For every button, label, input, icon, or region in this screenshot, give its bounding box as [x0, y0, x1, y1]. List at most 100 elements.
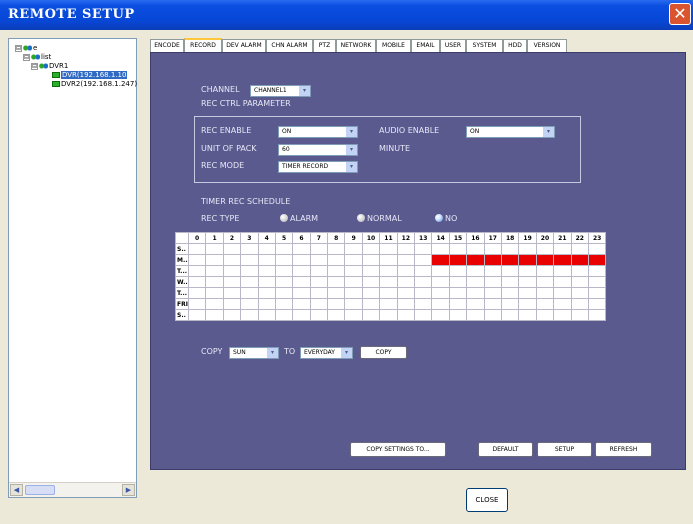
- chevron-down-icon[interactable]: ▾: [341, 348, 352, 358]
- schedule-cell[interactable]: [587, 276, 607, 288]
- schedule-cell[interactable]: [257, 276, 276, 288]
- schedule-cell[interactable]: [500, 298, 520, 310]
- tree-item-dvr2[interactable]: DVR2(192.168.1.247): [51, 79, 137, 89]
- schedule-cell[interactable]: [379, 254, 398, 266]
- schedule-cell[interactable]: [222, 243, 242, 255]
- tab-user[interactable]: USER: [440, 39, 466, 52]
- schedule-cell[interactable]: [379, 276, 398, 288]
- schedule-cell[interactable]: [570, 287, 589, 299]
- tab-email[interactable]: EMAIL: [411, 39, 440, 52]
- schedule-cell[interactable]: [344, 276, 363, 288]
- chevron-down-icon[interactable]: ▾: [543, 127, 554, 137]
- schedule-cell[interactable]: [327, 287, 346, 299]
- schedule-cell[interactable]: [553, 265, 572, 277]
- schedule-cell[interactable]: [187, 309, 207, 321]
- schedule-cell[interactable]: [257, 254, 276, 266]
- schedule-cell[interactable]: [553, 309, 572, 321]
- schedule-cell[interactable]: [205, 254, 224, 266]
- schedule-cell[interactable]: [448, 309, 468, 321]
- schedule-cell[interactable]: [587, 298, 607, 310]
- schedule-cell[interactable]: [205, 287, 224, 299]
- chevron-down-icon[interactable]: ▾: [346, 127, 357, 137]
- schedule-cell[interactable]: [257, 287, 276, 299]
- schedule-cell[interactable]: [466, 254, 485, 266]
- schedule-cell[interactable]: [187, 287, 207, 299]
- schedule-cell[interactable]: [431, 254, 450, 266]
- schedule-cell[interactable]: [240, 309, 259, 321]
- schedule-cell[interactable]: [500, 265, 520, 277]
- rec-enable-select[interactable]: ON ▾: [278, 126, 358, 138]
- chevron-down-icon[interactable]: ▾: [346, 162, 357, 172]
- schedule-cell[interactable]: [309, 309, 329, 321]
- tab-encode[interactable]: ENCODE: [150, 39, 184, 52]
- schedule-cell[interactable]: [587, 243, 607, 255]
- schedule-cell[interactable]: [344, 254, 363, 266]
- schedule-cell[interactable]: [518, 254, 537, 266]
- schedule-cell[interactable]: [414, 276, 433, 288]
- schedule-cell[interactable]: [292, 265, 311, 277]
- schedule-cell[interactable]: [431, 309, 450, 321]
- schedule-cell[interactable]: [396, 309, 416, 321]
- rec-type-alarm-radio[interactable]: ALARM: [280, 214, 318, 223]
- copy-button[interactable]: COPY: [360, 346, 407, 359]
- schedule-cell[interactable]: [327, 254, 346, 266]
- channel-select[interactable]: CHANNEL1 ▾: [250, 85, 311, 97]
- schedule-cell[interactable]: [518, 287, 537, 299]
- schedule-cell[interactable]: [553, 287, 572, 299]
- expand-toggle-icon[interactable]: ⊟: [23, 53, 30, 61]
- schedule-cell[interactable]: [431, 276, 450, 288]
- schedule-cell[interactable]: [500, 287, 520, 299]
- schedule-cell[interactable]: [257, 243, 276, 255]
- schedule-cell[interactable]: [570, 243, 589, 255]
- schedule-cell[interactable]: [257, 265, 276, 277]
- schedule-cell[interactable]: [187, 298, 207, 310]
- schedule-cell[interactable]: [535, 287, 555, 299]
- schedule-cell[interactable]: [466, 287, 485, 299]
- schedule-cell[interactable]: [466, 265, 485, 277]
- schedule-cell[interactable]: [309, 243, 329, 255]
- schedule-cell[interactable]: [327, 265, 346, 277]
- schedule-cell[interactable]: [205, 265, 224, 277]
- schedule-cell[interactable]: [448, 298, 468, 310]
- rec-type-no-radio[interactable]: NO: [435, 214, 457, 223]
- schedule-cell[interactable]: [222, 298, 242, 310]
- schedule-cell[interactable]: [379, 309, 398, 321]
- schedule-cell[interactable]: [466, 276, 485, 288]
- schedule-cell[interactable]: [570, 298, 589, 310]
- rec-mode-select[interactable]: TIMER RECORD ▾: [278, 161, 358, 173]
- schedule-cell[interactable]: [361, 265, 381, 277]
- schedule-cell[interactable]: [257, 309, 276, 321]
- schedule-cell[interactable]: [587, 287, 607, 299]
- schedule-cell[interactable]: [240, 298, 259, 310]
- schedule-cell[interactable]: [396, 254, 416, 266]
- schedule-cell[interactable]: [361, 298, 381, 310]
- schedule-cell[interactable]: [431, 243, 450, 255]
- schedule-cell[interactable]: [309, 265, 329, 277]
- expand-toggle-icon[interactable]: ⊟: [15, 44, 22, 52]
- schedule-cell[interactable]: [518, 243, 537, 255]
- schedule-cell[interactable]: [570, 309, 589, 321]
- unit-of-pack-select[interactable]: 60 ▾: [278, 144, 358, 156]
- radio-icon[interactable]: [357, 214, 365, 222]
- schedule-cell[interactable]: [535, 276, 555, 288]
- schedule-cell[interactable]: [535, 254, 555, 266]
- schedule-cell[interactable]: [553, 298, 572, 310]
- schedule-cell[interactable]: [274, 243, 294, 255]
- rec-type-normal-radio[interactable]: NORMAL: [357, 214, 402, 223]
- schedule-cell[interactable]: [205, 243, 224, 255]
- schedule-cell[interactable]: [240, 254, 259, 266]
- schedule-cell[interactable]: [553, 243, 572, 255]
- tab-dev-alarm[interactable]: DEV ALARM: [222, 39, 266, 52]
- schedule-cell[interactable]: [187, 265, 207, 277]
- schedule-cell[interactable]: [414, 298, 433, 310]
- schedule-cell[interactable]: [292, 243, 311, 255]
- copy-to-select[interactable]: EVERYDAY ▾: [300, 347, 353, 359]
- schedule-cell[interactable]: [553, 276, 572, 288]
- schedule-cell[interactable]: [361, 309, 381, 321]
- schedule-cell[interactable]: [448, 276, 468, 288]
- schedule-cell[interactable]: [570, 265, 589, 277]
- schedule-cell[interactable]: [274, 265, 294, 277]
- close-button[interactable]: CLOSE: [466, 488, 508, 512]
- radio-selected-icon[interactable]: [435, 214, 443, 222]
- schedule-cell[interactable]: [518, 298, 537, 310]
